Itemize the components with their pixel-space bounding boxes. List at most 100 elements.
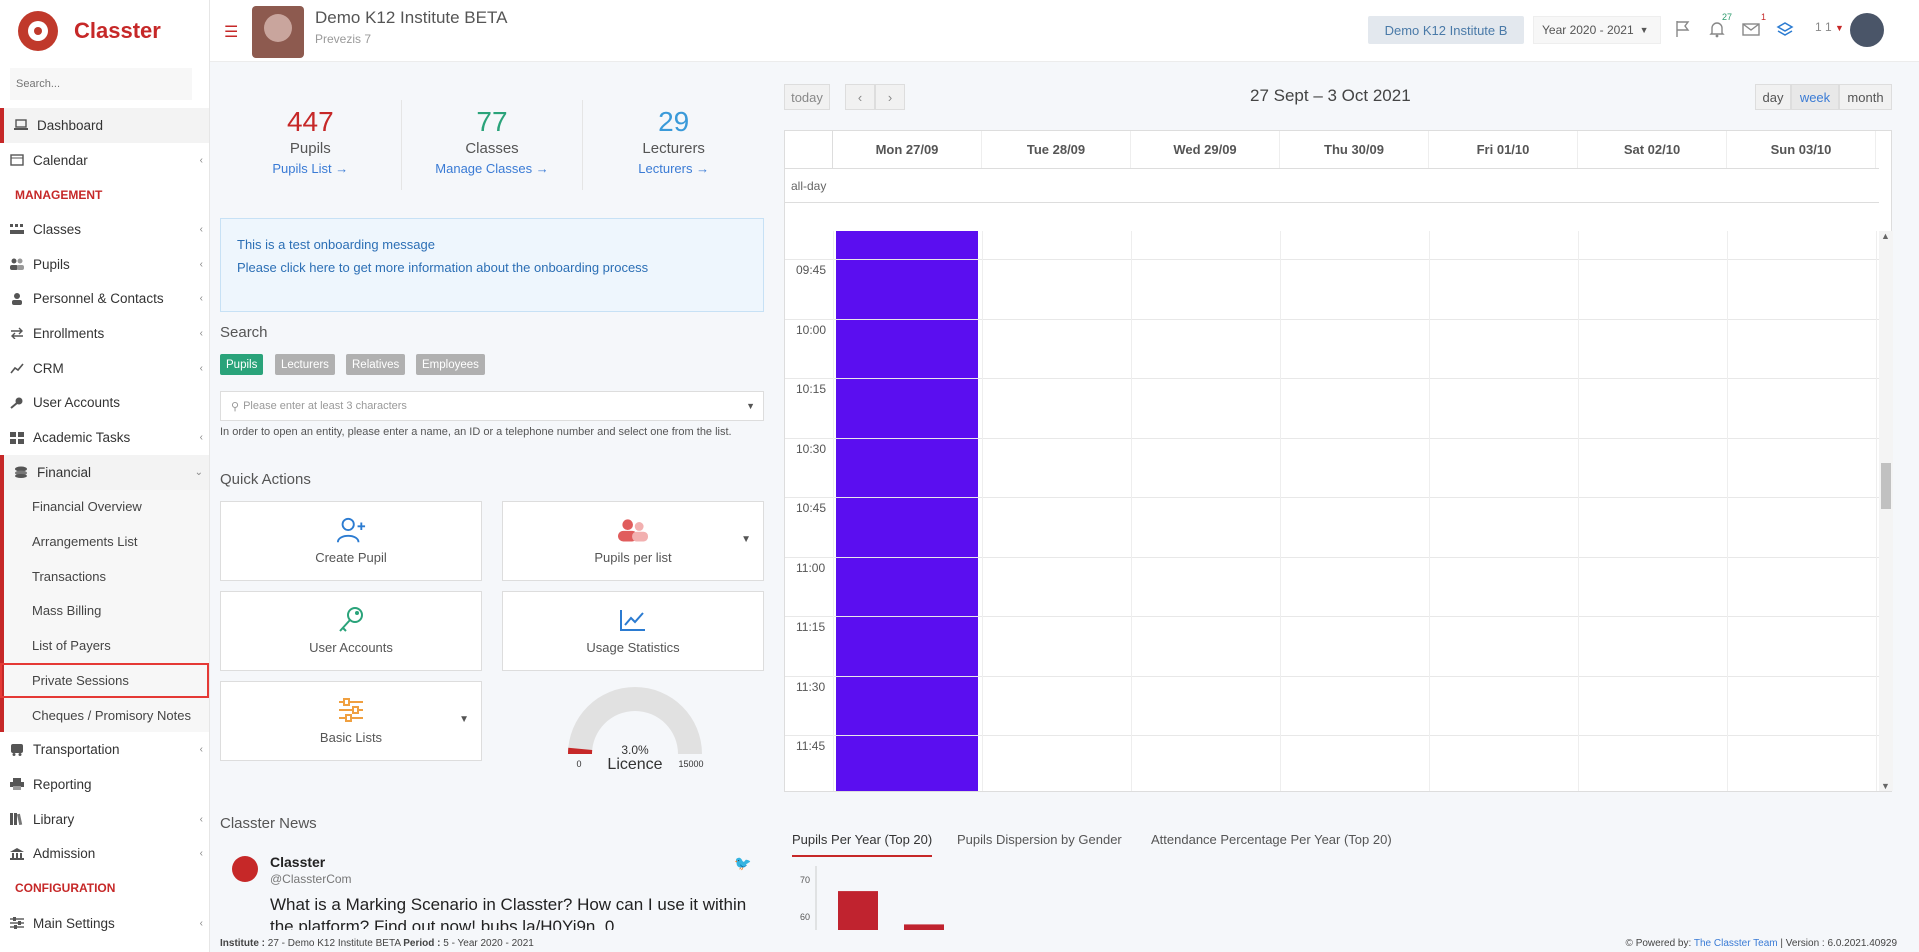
sidebar-sub-private-sessions[interactable]: Private Sessions xyxy=(0,663,209,698)
twitter-icon[interactable]: 🐦 xyxy=(734,855,751,872)
search-tab-lecturers[interactable]: Lecturers xyxy=(275,354,335,375)
menu-toggle-icon[interactable]: ☰ xyxy=(224,22,238,42)
usage-statistics-button[interactable]: Usage Statistics xyxy=(502,591,764,671)
stat-classes: 77 Classes Manage Classes → xyxy=(402,100,584,190)
day-header[interactable]: Thu 30/09 xyxy=(1280,131,1429,168)
tab-pupils-per-year[interactable]: Pupils Per Year (Top 20) xyxy=(792,832,933,857)
sidebar-item-personnel[interactable]: Personnel & Contacts ‹ xyxy=(0,281,209,316)
sidebar-item-library[interactable]: Library ‹ xyxy=(0,802,209,837)
tab-attendance[interactable]: Attendance Percentage Per Year (Top 20) xyxy=(1151,832,1392,847)
pupils-per-list-button[interactable]: Pupils per list ▼ xyxy=(502,501,764,581)
day-header[interactable]: Tue 28/09 xyxy=(982,131,1131,168)
manage-classes-link[interactable]: Manage Classes → xyxy=(402,161,583,176)
flag-icon[interactable] xyxy=(1672,18,1694,40)
basic-lists-button[interactable]: Basic Lists ▼ xyxy=(220,681,482,761)
sidebar-item-classes[interactable]: Classes ‹ xyxy=(0,212,209,247)
prev-week-button[interactable]: ‹ xyxy=(845,84,875,110)
all-day-row[interactable]: all-day xyxy=(785,169,1879,203)
sidebar-sub-list-of-payers[interactable]: List of Payers xyxy=(0,628,209,663)
scroll-up-icon[interactable]: ▲ xyxy=(1881,231,1890,241)
user-name: 1 1 xyxy=(1815,20,1832,34)
users-icon xyxy=(618,516,648,544)
onboarding-link[interactable]: Please click here to get more informatio… xyxy=(237,256,747,279)
institute-logo xyxy=(252,6,304,58)
user-accounts-button[interactable]: User Accounts xyxy=(220,591,482,671)
chevron-left-icon: ‹ xyxy=(199,744,203,756)
lecturers-link[interactable]: Lecturers → xyxy=(583,161,764,176)
sidebar-sub-financial-overview[interactable]: Financial Overview xyxy=(0,489,209,525)
day-header[interactable]: Wed 29/09 xyxy=(1131,131,1280,168)
caret-down-icon[interactable]: ▼ xyxy=(741,534,751,545)
sliders-icon xyxy=(336,696,366,724)
mail-icon[interactable]: 1 xyxy=(1740,12,1768,40)
sidebar-sub-cheques[interactable]: Cheques / Promisory Notes xyxy=(0,697,209,733)
time-slot-line xyxy=(785,318,1879,320)
sidebar-item-main-settings[interactable]: Main Settings ‹ xyxy=(0,906,209,941)
sidebar-item-label: Main Settings xyxy=(33,915,115,931)
pupils-per-year-chart: 70 60 xyxy=(800,866,944,930)
sidebar-item-enrollments[interactable]: Enrollments ‹ xyxy=(0,316,209,351)
layers-icon[interactable] xyxy=(1774,18,1796,40)
laptop-icon xyxy=(14,119,28,131)
tweet-handle[interactable]: @ClassterCom xyxy=(270,872,352,886)
sidebar-item-academic-tasks[interactable]: Academic Tasks ‹ xyxy=(0,420,209,455)
sidebar-sub-transactions[interactable]: Transactions xyxy=(0,558,209,594)
sidebar-item-pupils[interactable]: Pupils ‹ xyxy=(0,247,209,282)
caret-down-icon[interactable]: ▼ xyxy=(459,714,469,725)
day-header[interactable]: Fri 01/10 xyxy=(1429,131,1578,168)
stat-label: Pupils xyxy=(289,140,331,157)
tweet-account[interactable]: Classter xyxy=(270,854,325,870)
sidebar-item-calendar[interactable]: Calendar ‹ xyxy=(0,143,209,178)
view-day-button[interactable]: day xyxy=(1755,84,1791,110)
bell-icon[interactable]: 27 xyxy=(1706,12,1734,40)
calendar-scrollbar[interactable]: ▲ ▼ xyxy=(1879,231,1893,791)
time-slots[interactable]: 09:45 10:00 10:15 10:30 10:45 11:00 11:15 11:30… xyxy=(785,231,1879,791)
sidebar-item-label: Library xyxy=(33,811,75,827)
time-label: 09:45 xyxy=(796,263,827,277)
all-day-label: all-day xyxy=(791,179,827,193)
sidebar-sub-arrangements-list[interactable]: Arrangements List xyxy=(0,524,209,559)
scroll-down-icon[interactable]: ▼ xyxy=(1881,781,1890,791)
search-tab-relatives[interactable]: Relatives xyxy=(346,354,406,375)
create-pupil-button[interactable]: Create Pupil xyxy=(220,501,482,581)
view-week-button[interactable]: week xyxy=(1791,84,1839,110)
day-header[interactable]: Sun 03/10 xyxy=(1727,131,1876,168)
qa-label: Usage Statistics xyxy=(586,640,680,655)
avatar[interactable] xyxy=(1850,13,1884,47)
entity-search-input[interactable]: ⚲ Please enter at least 3 characters ▼ xyxy=(220,391,764,421)
sidebar-sub-mass-billing[interactable]: Mass Billing xyxy=(0,593,209,629)
y-tick-label: 60 xyxy=(800,912,810,922)
sidebar-item-admission[interactable]: Admission ‹ xyxy=(0,836,209,871)
search-tab-pupils[interactable]: Pupils xyxy=(220,354,264,375)
year-select[interactable]: Year 2020 - 2021 ▼ xyxy=(1533,16,1661,44)
sidebar-item-financial[interactable]: Financial ⌄ xyxy=(0,454,209,490)
next-week-button[interactable]: › xyxy=(875,84,905,110)
sidebar-item-crm[interactable]: CRM ‹ xyxy=(0,351,209,386)
sidebar-item-dashboard[interactable]: Dashboard xyxy=(0,108,209,143)
chevron-left-icon: ‹ xyxy=(199,848,203,860)
sidebar-item-transportation[interactable]: Transportation ‹ xyxy=(0,732,209,767)
qa-label: Basic Lists xyxy=(319,730,383,745)
institute-switch-button[interactable]: Demo K12 Institute B xyxy=(1368,16,1524,44)
sidebar-item-reporting[interactable]: Reporting xyxy=(0,767,209,802)
chevron-left-icon: ‹ xyxy=(199,813,203,825)
chevron-left-icon: ‹ xyxy=(199,362,203,374)
user-menu[interactable]: 1 1 ▼ xyxy=(1815,20,1844,34)
sidebar-item-user-accounts[interactable]: User Accounts xyxy=(0,386,209,421)
app-logo[interactable]: Classter xyxy=(0,0,209,62)
institution-icon xyxy=(10,847,24,860)
stat-label: Classes xyxy=(465,140,519,157)
tab-pupils-by-gender[interactable]: Pupils Dispersion by Gender xyxy=(957,832,1122,847)
view-month-button[interactable]: month xyxy=(1839,84,1892,110)
search-tab-employees[interactable]: Employees xyxy=(416,354,485,375)
calendar-event[interactable] xyxy=(836,231,978,791)
today-button[interactable]: today xyxy=(784,84,830,110)
footer-team-link[interactable]: The Classter Team xyxy=(1694,938,1778,949)
day-header[interactable]: Sat 02/10 xyxy=(1578,131,1727,168)
key-icon xyxy=(336,606,366,634)
sidebar-search-input[interactable] xyxy=(10,68,192,100)
day-header[interactable]: Mon 27/09 xyxy=(833,131,982,168)
pupils-list-link[interactable]: Pupils List → xyxy=(220,161,401,176)
time-label: 11:45 xyxy=(796,739,826,753)
scroll-thumb[interactable] xyxy=(1881,463,1891,509)
